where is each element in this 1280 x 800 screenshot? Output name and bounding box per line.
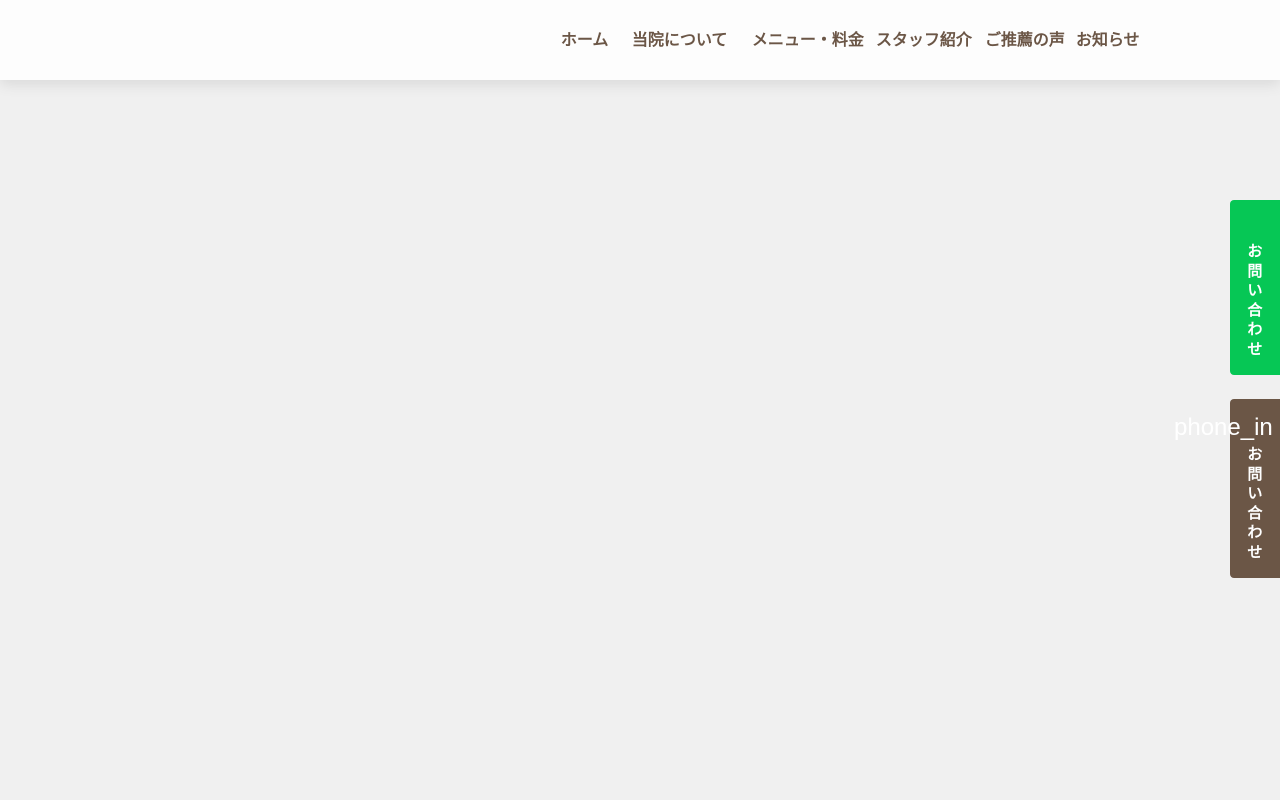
main-content: [0, 80, 1280, 800]
nav-item-home[interactable]: ホーム: [561, 29, 609, 51]
contact-side-label: お問い合わせ: [1247, 242, 1263, 358]
nav-item-news[interactable]: お知らせ: [1076, 29, 1140, 51]
nav-item-testimonials[interactable]: ご推薦の声: [985, 29, 1065, 51]
site-header: ホーム 当院について メニュー・料金 スタッフ紹介 ご推薦の声 お知らせ: [0, 0, 1280, 80]
phone-contact-side-button[interactable]: お問い合わせ: [1230, 399, 1280, 578]
phone-contact-side-label: お問い合わせ: [1247, 445, 1263, 561]
contact-side-button[interactable]: お問い合わせ: [1230, 200, 1280, 375]
nav-item-about[interactable]: 当院について: [632, 29, 728, 51]
nav-item-staff[interactable]: スタッフ紹介: [876, 29, 972, 51]
nav-item-menu-price[interactable]: メニュー・料金: [752, 29, 864, 51]
